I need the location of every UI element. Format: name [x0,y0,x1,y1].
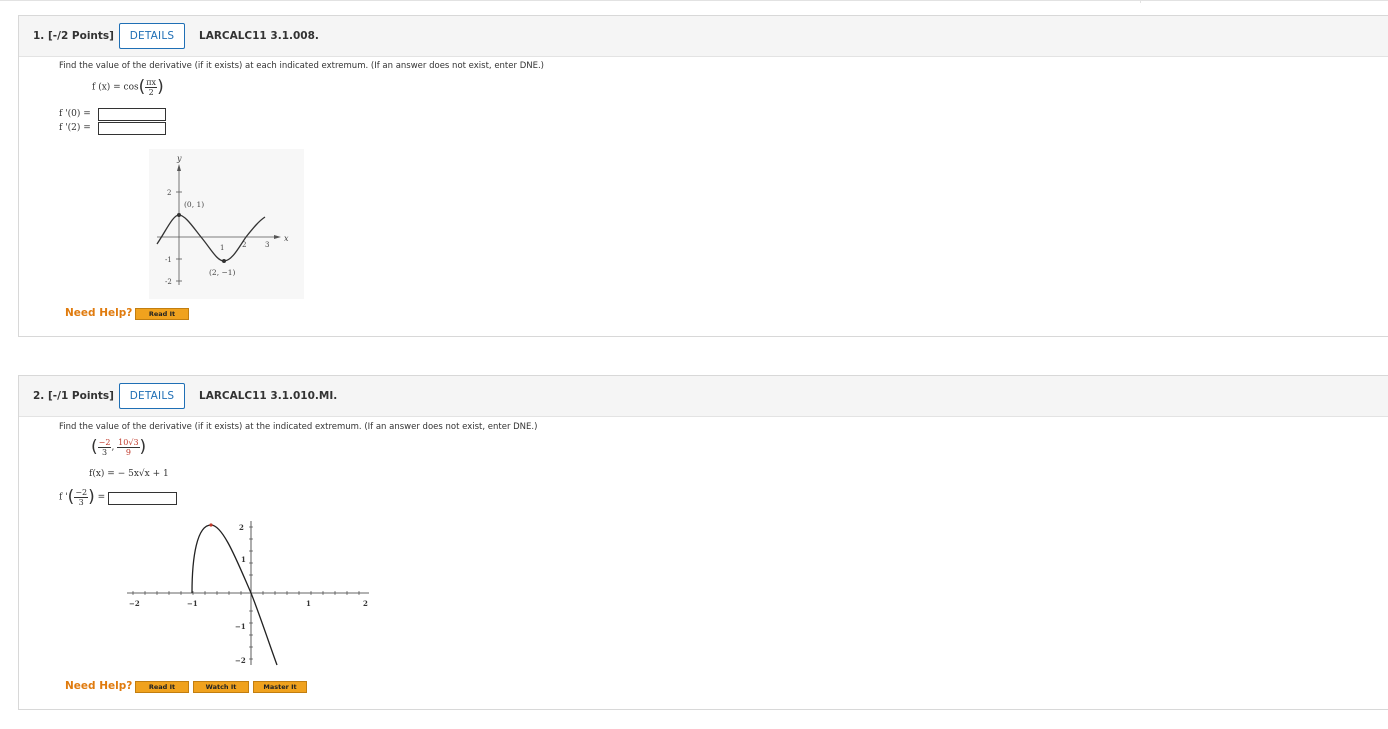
fraction-numerator: 10√3 [117,437,140,448]
fraction-denominator: 2 [148,87,154,97]
answer-input-f-prime-0[interactable] [98,108,166,121]
answer-label: f '(−2 3) = [59,487,106,507]
y-tick-label: 2 [239,523,244,532]
cosine-graph: y x 2 -1 -2 1 2 3 (0, 1) (2, −1) [149,149,304,299]
read-it-button[interactable]: Read It [135,308,189,320]
y-tick-label: 1 [241,555,246,564]
function-graph: −2 −1 1 2 2 1 −1 −2 [127,521,369,666]
point-y-fraction: 10√3 9 [117,437,140,457]
question-1: 1. [-/2 Points] DETAILS LARCALC11 3.1.00… [18,15,1388,337]
fraction-denominator: 3 [78,497,84,507]
answer-label-2: f '(2) = [59,123,91,133]
extremum-point: (−2 3, 10√3 9) [91,437,147,457]
question-prompt: Find the value of the derivative (if it … [59,422,538,432]
y-tick-label: −1 [235,622,246,631]
top-divider [0,0,1388,1]
question-2-header: 2. [-/1 Points] DETAILS LARCALC11 3.1.01… [19,376,1388,417]
question-code: LARCALC11 3.1.010.MI. [199,390,338,402]
y-tick-label: 2 [167,189,171,197]
need-help-label: Need Help? [65,680,133,692]
function-fraction: πx 2 [145,77,158,97]
point-x-fraction: −2 3 [97,437,112,457]
fraction-numerator: −2 [97,437,112,448]
question-code: LARCALC11 3.1.008. [199,30,319,42]
question-number: 2. [-/1 Points] [33,390,114,402]
need-help-label: Need Help? [65,307,133,319]
fraction-numerator: πx [145,77,158,88]
x-tick-label: −2 [129,599,140,608]
fraction-numerator: −2 [74,487,89,498]
answer-equals: = [97,492,106,503]
function-definition: f (x) = cos(πx 2) [92,77,164,97]
fraction-denominator: 9 [125,447,131,457]
answer-label-1: f '(0) = [59,109,91,119]
max-point [177,213,181,217]
x-tick-label: 2 [363,599,368,608]
x-tick-label: 1 [220,244,224,252]
function-lhs: f (x) = cos [92,82,139,93]
function-definition: f(x) = − 5x√x + 1 [89,469,169,479]
max-point-label: (0, 1) [184,200,204,209]
top-divider-tick [1140,0,1141,3]
answer-prefix: f ' [59,492,68,503]
details-button[interactable]: DETAILS [119,23,185,49]
question-number: 1. [-/2 Points] [33,30,114,42]
y-tick-label: -2 [165,278,172,286]
min-point-label: (2, −1) [209,268,236,277]
question-1-header: 1. [-/2 Points] DETAILS LARCALC11 3.1.00… [19,16,1388,57]
y-axis-label: y [176,154,182,163]
x-axis-label: x [284,234,289,243]
y-tick-label: −2 [235,656,246,665]
y-tick-label: -1 [165,256,172,264]
answer-arg-fraction: −2 3 [74,487,89,507]
question-2: 2. [-/1 Points] DETAILS LARCALC11 3.1.01… [18,375,1388,710]
master-it-button[interactable]: Master It [253,681,307,693]
x-tick-label: 1 [306,599,311,608]
answer-input-f-prime-2[interactable] [98,122,166,135]
x-tick-label: −1 [187,599,198,608]
min-point [222,259,226,263]
watch-it-button[interactable]: Watch It [193,681,249,693]
answer-input-f-prime[interactable] [108,492,177,505]
max-point [209,523,213,527]
fraction-denominator: 3 [101,447,108,457]
read-it-button[interactable]: Read It [135,681,189,693]
x-tick-label: 3 [265,241,269,249]
question-prompt: Find the value of the derivative (if it … [59,61,544,71]
details-button[interactable]: DETAILS [119,383,185,409]
